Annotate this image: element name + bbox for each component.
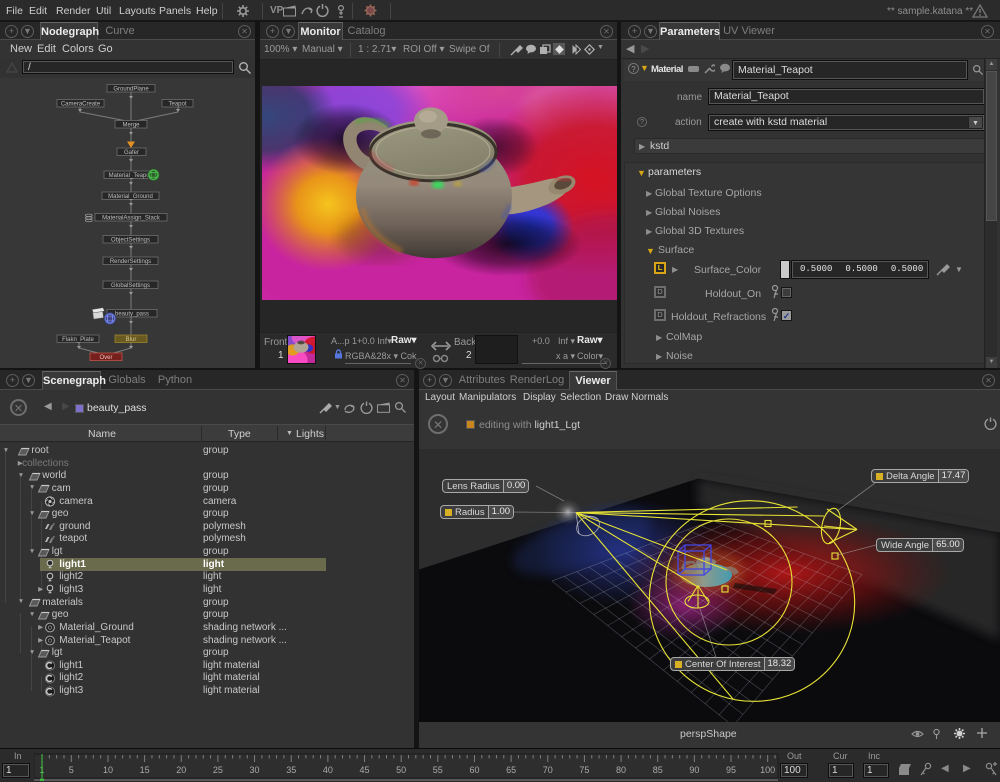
svg-text:30: 30 bbox=[250, 765, 260, 775]
svg-text:25: 25 bbox=[213, 765, 223, 775]
svg-text:beauty_pass: beauty_pass bbox=[115, 312, 149, 318]
svg-text:10: 10 bbox=[103, 765, 113, 775]
svg-text:RenderSettings: RenderSettings bbox=[110, 259, 151, 265]
svg-text:100: 100 bbox=[760, 765, 775, 775]
svg-text:60: 60 bbox=[469, 765, 479, 775]
svg-text:55: 55 bbox=[433, 765, 443, 775]
svg-text:40: 40 bbox=[323, 765, 333, 775]
svg-text:MaterialAssign_Stack: MaterialAssign_Stack bbox=[102, 216, 161, 222]
svg-text:15: 15 bbox=[140, 765, 150, 775]
svg-text:5: 5 bbox=[69, 765, 74, 775]
svg-text:80: 80 bbox=[616, 765, 626, 775]
svg-text:CameraCreate: CameraCreate bbox=[61, 102, 101, 108]
svg-text:Material_Ground: Material_Ground bbox=[108, 194, 153, 200]
svg-text:20: 20 bbox=[176, 765, 186, 775]
svg-text:35: 35 bbox=[286, 765, 296, 775]
svg-text:Gafer: Gafer bbox=[124, 150, 139, 156]
svg-text:65: 65 bbox=[506, 765, 516, 775]
svg-text:Flakn_Plate: Flakn_Plate bbox=[62, 337, 94, 343]
svg-text:ObjectSettings: ObjectSettings bbox=[111, 238, 150, 244]
svg-text:90: 90 bbox=[689, 765, 699, 775]
svg-text:Merge: Merge bbox=[122, 123, 140, 129]
svg-text:GlobalSettings: GlobalSettings bbox=[111, 283, 150, 289]
svg-text:75: 75 bbox=[579, 765, 589, 775]
svg-text:85: 85 bbox=[653, 765, 663, 775]
svg-text:70: 70 bbox=[543, 765, 553, 775]
svg-text:45: 45 bbox=[360, 765, 370, 775]
svg-text:Over: Over bbox=[99, 355, 112, 361]
svg-text:Material_Teapot: Material_Teapot bbox=[109, 173, 152, 179]
svg-text:95: 95 bbox=[726, 765, 736, 775]
svg-text:Teapot: Teapot bbox=[168, 102, 186, 108]
svg-text:GroundPlane: GroundPlane bbox=[113, 87, 149, 93]
svg-text:50: 50 bbox=[396, 765, 406, 775]
svg-text:1: 1 bbox=[39, 765, 44, 775]
svg-text:Blur: Blur bbox=[126, 337, 137, 343]
